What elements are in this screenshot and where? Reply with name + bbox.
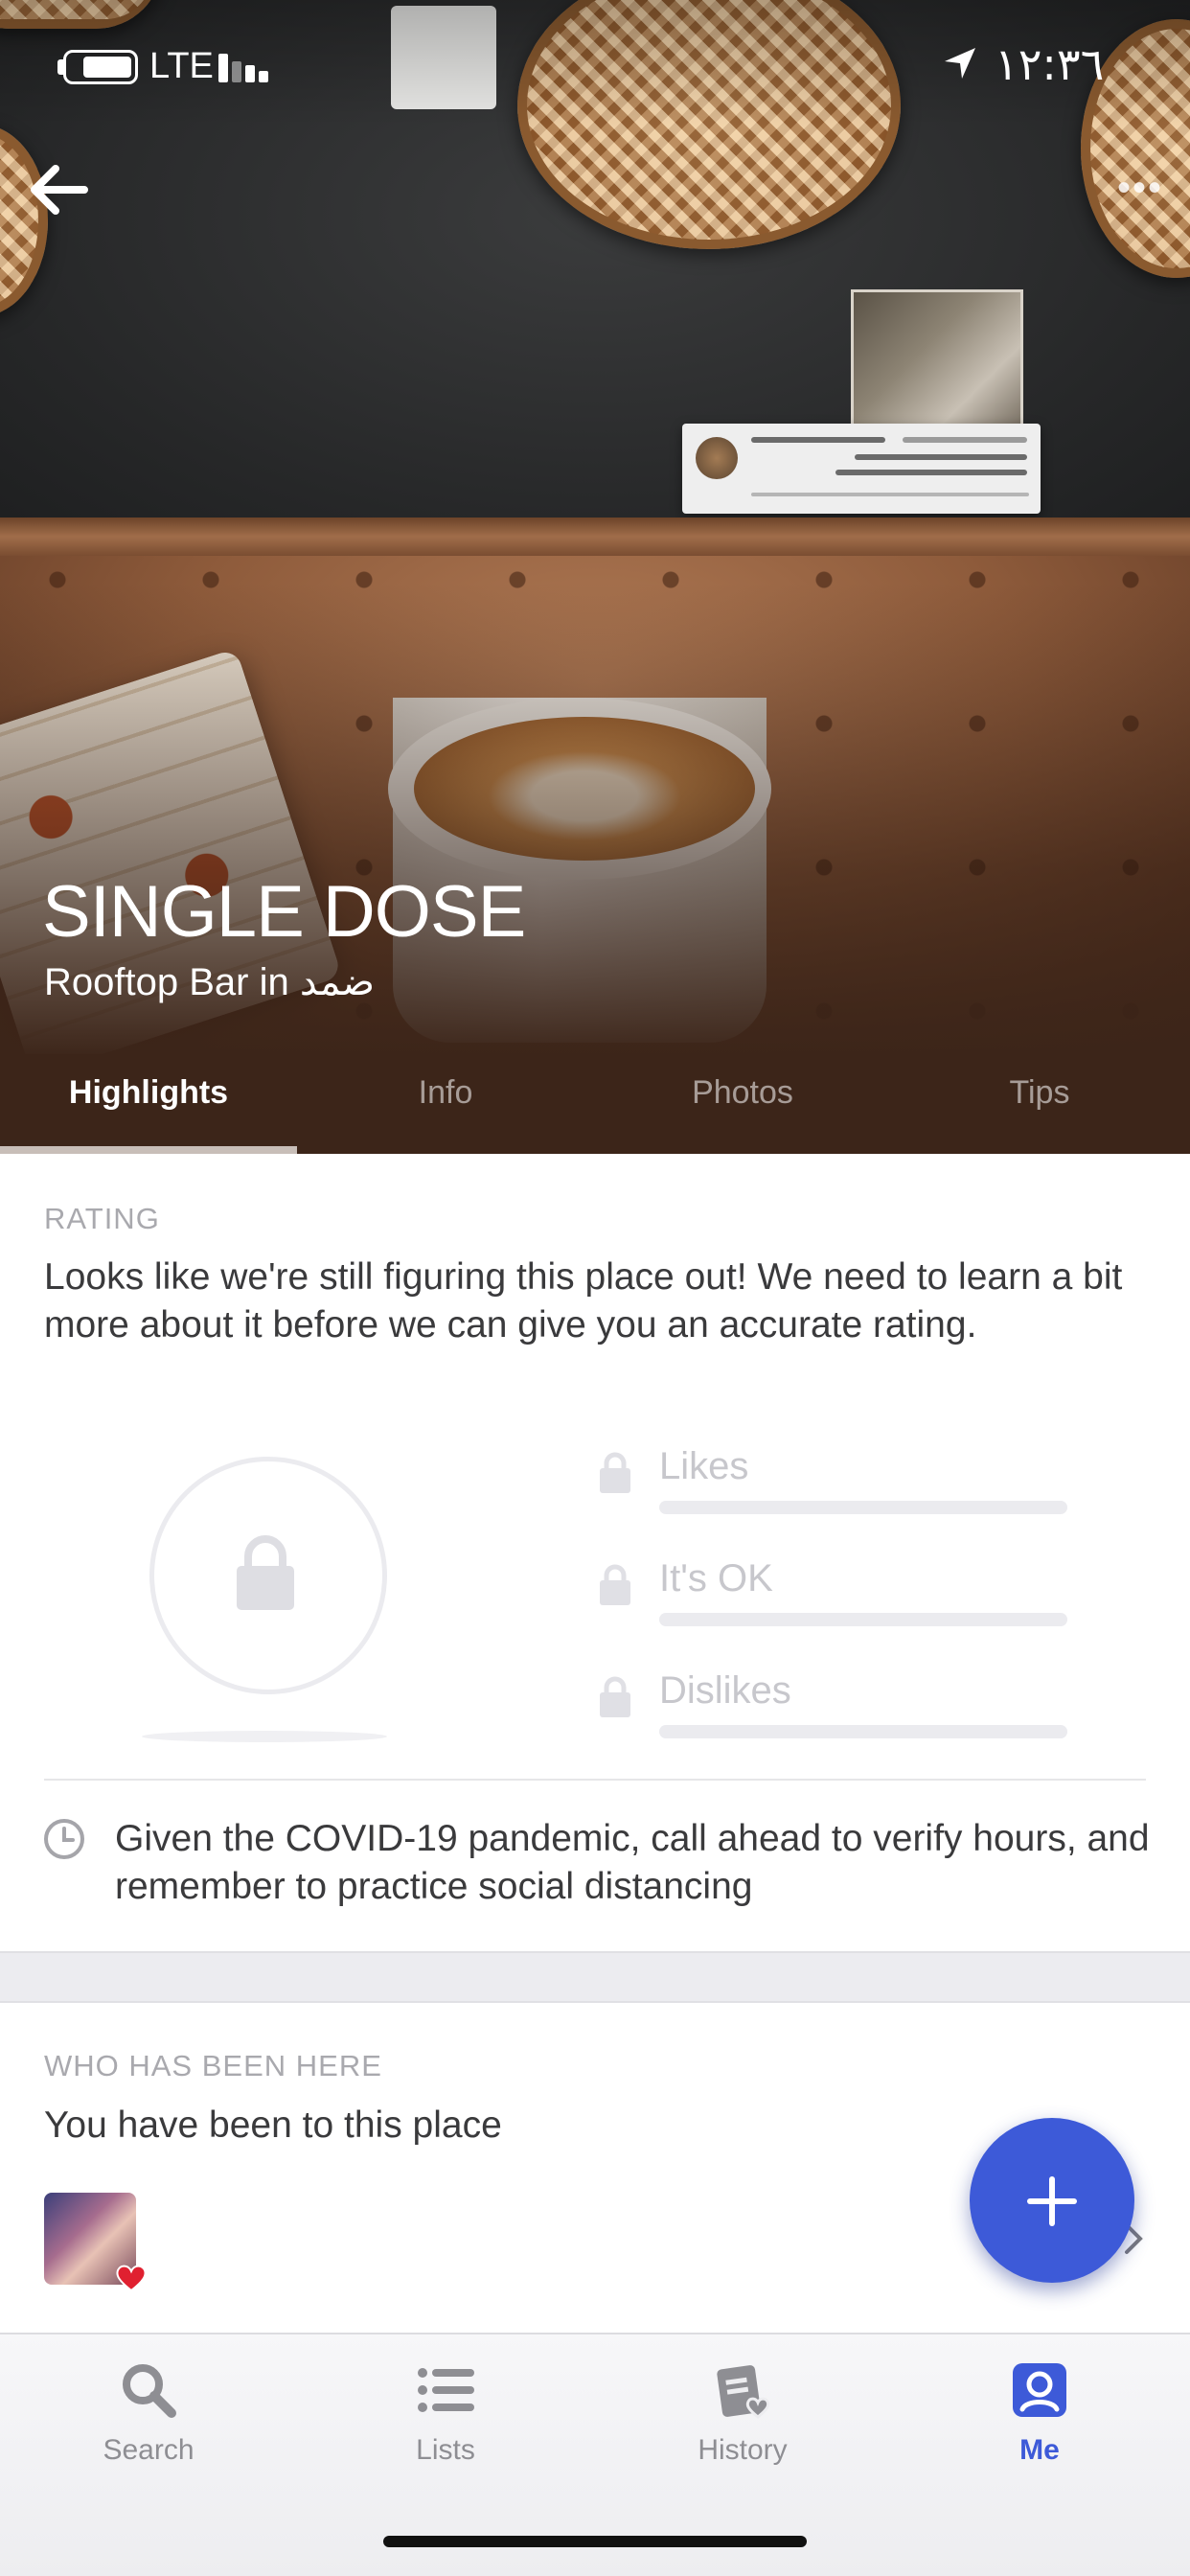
venue-subtitle: Rooftop Bar in ضمد — [44, 961, 375, 1003]
home-indicator[interactable] — [383, 2536, 807, 2547]
clock-icon — [44, 1819, 84, 1859]
tabbar-item-history[interactable]: History — [594, 2354, 891, 2469]
tabbar-label: Me — [1019, 2434, 1060, 2466]
venue-title: SINGLE DOSE — [42, 871, 526, 953]
back-arrow-icon[interactable] — [23, 153, 96, 226]
lock-icon — [600, 1452, 630, 1493]
tab-highlights[interactable]: Highlights — [0, 1054, 297, 1154]
rating-badge-shadow — [142, 1731, 387, 1742]
venue-tabs: Highlights Info Photos Tips — [0, 1054, 1190, 1154]
rating-message: Looks like we're still figuring this pla… — [44, 1256, 1123, 1346]
lock-icon — [600, 1564, 630, 1605]
rating-label: It's OK — [659, 1557, 773, 1599]
rating-bar — [659, 1613, 1067, 1626]
battery-icon — [63, 50, 138, 84]
lock-icon — [237, 1535, 294, 1610]
network-type: LTE — [149, 46, 214, 86]
tabbar-item-search[interactable]: Search — [0, 2354, 297, 2469]
location-arrow-icon — [945, 48, 975, 79]
section-divider — [44, 1779, 1146, 1781]
section-separator — [0, 1951, 1190, 2003]
list-icon — [418, 2368, 474, 2412]
rating-label: Likes — [659, 1445, 749, 1487]
status-time: ١٢:٣٦ — [995, 38, 1105, 90]
status-bar: LTE ١٢:٣٦ — [0, 0, 1190, 125]
tab-info[interactable]: Info — [297, 1054, 594, 1154]
heart-icon — [116, 2265, 147, 2292]
tab-tips[interactable]: Tips — [891, 1054, 1188, 1154]
search-icon — [123, 2364, 176, 2418]
add-button[interactable] — [970, 2118, 1134, 2283]
tab-photos[interactable]: Photos — [594, 1054, 891, 1154]
rating-row-likes: Likes — [598, 1445, 1067, 1514]
profile-icon — [1013, 2363, 1066, 2417]
rating-section-label: RATING — [44, 1202, 160, 1235]
rating-bar — [659, 1725, 1067, 1738]
rating-label: Dislikes — [659, 1669, 791, 1712]
tabbar-label: Lists — [416, 2434, 475, 2466]
tabbar-item-lists[interactable]: Lists — [297, 2354, 594, 2469]
tabbar-item-me[interactable]: Me — [891, 2354, 1188, 2469]
tabbar-label: History — [698, 2434, 788, 2466]
tabbar-label: Search — [103, 2434, 195, 2466]
history-icon — [717, 2365, 770, 2419]
covid-notice: Given the COVID-19 pandemic, call ahead … — [115, 1818, 1150, 1907]
rating-bar — [659, 1501, 1067, 1514]
rating-row-its-ok: It's OK — [598, 1557, 1067, 1626]
signal-icon — [218, 48, 276, 82]
more-options-icon[interactable]: ••• — [1102, 169, 1179, 207]
lock-icon — [600, 1676, 630, 1717]
visitors-section-label: WHO HAS BEEN HERE — [44, 2049, 382, 2082]
active-tab-indicator — [0, 1146, 297, 1154]
visitors-message: You have been to this place — [44, 2104, 502, 2146]
rating-row-dislikes: Dislikes — [598, 1669, 1067, 1738]
